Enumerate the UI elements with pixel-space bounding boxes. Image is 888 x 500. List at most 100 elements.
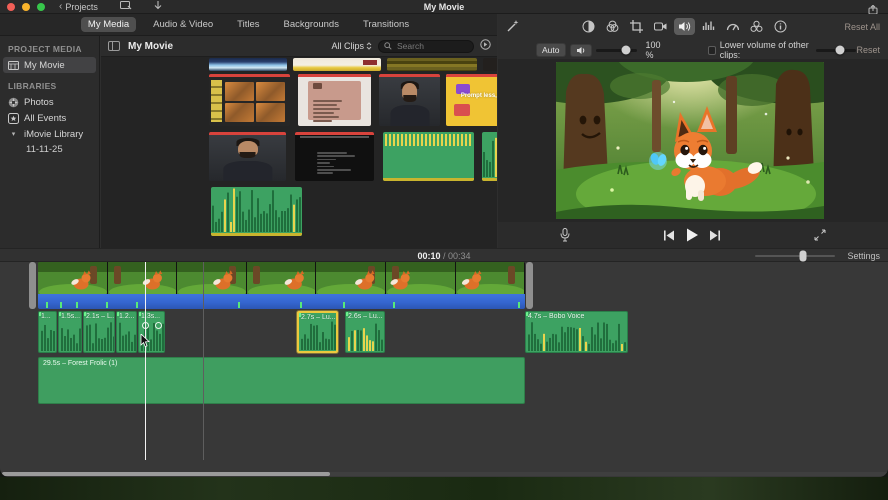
speed-tool-icon[interactable]	[722, 18, 743, 35]
thumb-terminal-screen[interactable]	[295, 132, 374, 181]
stabilization-tool-icon[interactable]	[650, 18, 671, 35]
thumb-audio-yellowtop[interactable]	[383, 132, 474, 181]
timeline-zoom-knob[interactable]	[799, 250, 807, 262]
music-clip-forest-frolic[interactable]: 29.5s – Forest Frolic (1)	[38, 357, 525, 404]
used-in-project-marker	[209, 132, 286, 135]
chevron-down-icon[interactable]: ▾	[8, 129, 19, 140]
mute-button[interactable]	[569, 43, 592, 57]
search-icon	[384, 42, 392, 50]
color-correction-tool-icon[interactable]	[602, 18, 623, 35]
projects-back-button[interactable]: ‹ Projects	[59, 1, 98, 12]
sidebar-item-photos[interactable]: Photos	[0, 94, 99, 110]
tab-audio-video[interactable]: Audio & Video	[146, 17, 220, 32]
playhead[interactable]	[145, 262, 146, 460]
sidebar-imovie-library-label: iMovie Library	[24, 128, 84, 140]
download-arrow-icon[interactable]	[154, 1, 162, 12]
audio-clip-6[interactable]: 2.7s – Lu...	[297, 311, 338, 353]
snap-guide-line	[203, 262, 204, 460]
projects-back-label: Projects	[65, 1, 98, 12]
search-input[interactable]	[395, 40, 465, 52]
skip-back-button[interactable]	[663, 230, 675, 241]
thumb-editor-foxgrid[interactable]	[209, 74, 290, 126]
scrollbar-thumb[interactable]	[2, 472, 330, 476]
thumb-promo-yellow[interactable]: Prompt less, Play more	[446, 74, 497, 126]
reset-all-button[interactable]: Reset All	[844, 22, 880, 32]
close-window-button[interactable]	[7, 2, 15, 11]
volume-slider-knob[interactable]	[621, 45, 631, 55]
thumb-clip-dark-strip[interactable]	[483, 58, 497, 71]
audio-clip-7[interactable]: 2.6s – Lu...	[345, 311, 385, 353]
audio-marker-tick	[518, 302, 520, 308]
search-box[interactable]	[378, 39, 474, 53]
lower-volume-slider-knob[interactable]	[835, 45, 845, 55]
enhance-wand-icon[interactable]	[506, 19, 520, 33]
volume-tool-icon[interactable]	[673, 18, 695, 35]
fullscreen-icon[interactable]	[814, 229, 826, 241]
tab-backgrounds[interactable]: Backgrounds	[277, 17, 346, 32]
thumb-audio-waveform-1[interactable]	[482, 132, 497, 181]
crop-tool-icon[interactable]	[626, 18, 647, 35]
thumb-audio-waveform-2[interactable]	[211, 187, 302, 236]
audio-marker-tick	[136, 302, 138, 308]
skip-forward-button[interactable]	[709, 230, 721, 241]
sidebar-item-all-events[interactable]: All Events	[0, 110, 99, 126]
timeline-horizontal-scrollbar[interactable]	[0, 472, 888, 476]
effects-tool-icon[interactable]	[746, 18, 767, 35]
microphone-icon[interactable]	[560, 228, 570, 242]
volume-controls-row: Auto 100 % Lower volume of other clips: …	[498, 39, 888, 61]
auto-label: Auto	[542, 45, 560, 55]
thumb-document-tan[interactable]	[298, 74, 371, 126]
thumb-clip-olive-strip[interactable]	[387, 58, 477, 71]
audio-waveform	[528, 322, 626, 351]
clip-trim-handle-left[interactable]	[29, 262, 36, 309]
sidebar-toggle-icon[interactable]	[108, 41, 120, 51]
timeline-settings-button[interactable]: Settings	[847, 251, 880, 261]
audio-duration-bar	[211, 233, 302, 236]
thumb-clip-blue-strip[interactable]	[209, 58, 287, 71]
clip-trim-handle-right[interactable]	[526, 262, 533, 309]
tab-transitions[interactable]: Transitions	[356, 17, 416, 32]
sidebar-item-library-event[interactable]: 11-11-25	[0, 142, 99, 157]
audio-waveform	[119, 322, 136, 351]
audio-clip-3[interactable]: 2.1s – L...	[83, 311, 115, 353]
audio-clip-2[interactable]: 1.5s...	[58, 311, 82, 353]
tab-titles[interactable]: Titles	[230, 17, 266, 32]
terminal-text-line	[317, 172, 333, 174]
video-clip-forest-frolic[interactable]	[38, 262, 525, 309]
lower-volume-slider[interactable]	[816, 45, 857, 55]
noise-reduction-tool-icon[interactable]	[698, 18, 719, 35]
thumb-clip-cream-strip[interactable]	[293, 58, 381, 71]
import-media-icon[interactable]	[119, 1, 132, 12]
fade-handle[interactable]	[155, 322, 162, 329]
lower-volume-checkbox[interactable]	[708, 45, 716, 55]
minimize-window-button[interactable]	[22, 2, 30, 11]
info-tool-icon[interactable]	[770, 18, 791, 35]
sidebar-item-imovie-library[interactable]: ▾ iMovie Library	[0, 126, 99, 142]
document-text-line	[312, 100, 342, 102]
timeline-zoom-slider[interactable]	[755, 250, 835, 262]
circle-arrow-icon[interactable]	[480, 37, 491, 55]
audio-clip-8[interactable]: 4.7s – Bobo Voice	[525, 311, 628, 353]
color-balance-tool-icon[interactable]	[578, 18, 599, 35]
sidebar-all-events-label: All Events	[24, 112, 67, 124]
imovie-window: ‹ Projects My Movie My Media Audio & Vide…	[0, 0, 888, 477]
audio-marker-tick	[300, 302, 302, 308]
titlebar: ‹ Projects My Movie	[0, 0, 888, 15]
used-in-project-marker	[379, 74, 440, 77]
reset-button[interactable]: Reset	[856, 45, 880, 55]
audio-clip-1[interactable]: 1...	[38, 311, 57, 353]
sidebar-item-my-movie[interactable]: My Movie	[3, 57, 96, 73]
fox-grid-cell	[225, 82, 254, 101]
thumb-webcam-presenter-2[interactable]	[209, 132, 286, 181]
volume-slider[interactable]	[595, 45, 638, 55]
video-filmstrip	[38, 262, 525, 294]
auto-volume-button[interactable]: Auto	[536, 43, 566, 57]
thumb-webcam-presenter[interactable]	[379, 74, 440, 126]
play-button[interactable]	[685, 228, 699, 242]
timecode: 00:10 / 00:34	[417, 251, 470, 261]
clips-filter-dropdown[interactable]: All Clips	[331, 41, 372, 51]
audio-clip-4[interactable]: 1.2...	[116, 311, 137, 353]
zoom-window-button[interactable]	[37, 2, 45, 11]
share-icon[interactable]	[868, 2, 878, 15]
tab-my-media[interactable]: My Media	[80, 17, 137, 32]
